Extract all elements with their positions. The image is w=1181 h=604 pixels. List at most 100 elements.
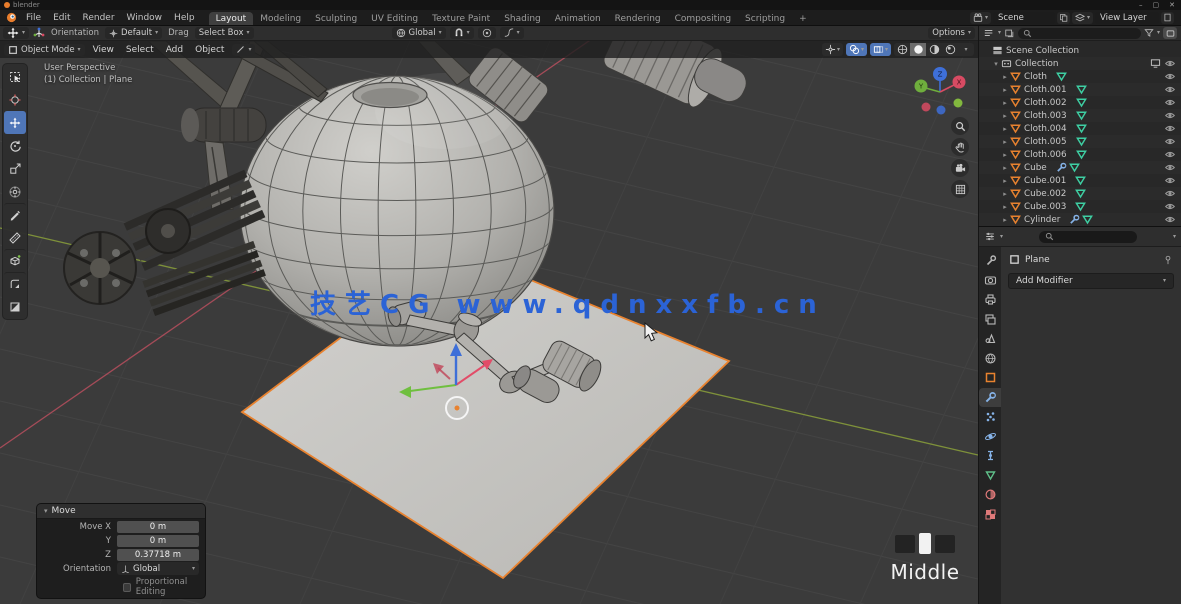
- workspace-tab-texture-paint[interactable]: Texture Paint: [425, 12, 497, 25]
- outliner-row-cloth-006[interactable]: ▸ Cloth.006: [979, 148, 1181, 161]
- filter-icon[interactable]: [1144, 28, 1154, 38]
- properties-tab-particles[interactable]: [979, 407, 1001, 427]
- menu-file[interactable]: File: [20, 13, 47, 23]
- properties-tab-tool[interactable]: [979, 251, 1001, 271]
- expand-icon[interactable]: ▸: [1000, 190, 1010, 198]
- properties-tab-constraints[interactable]: [979, 446, 1001, 466]
- expand-icon[interactable]: ▸: [1000, 177, 1010, 185]
- nav-camera-button[interactable]: [951, 159, 969, 177]
- menu-help[interactable]: Help: [168, 13, 201, 23]
- tool-transform[interactable]: [4, 180, 26, 203]
- outliner-row-cube-003[interactable]: ▸ Cube.003: [979, 200, 1181, 213]
- outliner-row-cloth-002[interactable]: ▸ Cloth.002: [979, 96, 1181, 109]
- workspace-tab-animation[interactable]: Animation: [548, 12, 608, 25]
- collapse-icon[interactable]: ▾: [44, 507, 48, 515]
- close-button[interactable]: ✕: [1169, 1, 1175, 9]
- properties-tab-physics[interactable]: [979, 427, 1001, 447]
- move-orientation-dropdown[interactable]: Global ▾: [117, 562, 199, 575]
- axis-neg-x-ball[interactable]: [922, 103, 931, 112]
- add-view-layer-button[interactable]: [1161, 12, 1174, 24]
- shading-material-button[interactable]: [926, 43, 942, 56]
- visibility-eye-icon[interactable]: [1164, 215, 1176, 224]
- blender-logo-icon[interactable]: [6, 12, 17, 23]
- move-operator-panel[interactable]: ▾ Move Move X 0 m Y 0 m Z 0.37718 m Orie…: [36, 503, 206, 599]
- outliner-row-cloth-004[interactable]: ▸ Cloth.004: [979, 122, 1181, 135]
- properties-tab-modifiers[interactable]: [979, 388, 1001, 408]
- visibility-eye-icon[interactable]: [1164, 150, 1176, 159]
- active-tool-selector[interactable]: ▾: [3, 27, 29, 39]
- visibility-eye-icon[interactable]: [1164, 163, 1176, 172]
- xray-toggle[interactable]: ▾: [870, 43, 891, 56]
- tool-annotate[interactable]: [4, 203, 26, 226]
- tool-select-box[interactable]: [4, 65, 26, 88]
- outliner-row-collection[interactable]: ▾ Collection: [979, 57, 1181, 70]
- add-modifier-button[interactable]: Add Modifier ▾: [1008, 273, 1174, 289]
- navigation-gizmo[interactable]: Z X Y: [908, 63, 972, 117]
- view-layer-field[interactable]: View Layer: [1095, 12, 1159, 24]
- workspace-tab-rendering[interactable]: Rendering: [608, 12, 668, 25]
- visibility-eye-icon[interactable]: [1164, 111, 1176, 120]
- outliner-row-cube-002[interactable]: ▸ Cube.002: [979, 187, 1181, 200]
- viewport-3d[interactable]: Object Mode ▾ ViewSelectAddObject ▾ ▾ ▾ …: [0, 41, 978, 604]
- visibility-eye-icon[interactable]: [1164, 98, 1176, 107]
- properties-tab-output[interactable]: [979, 290, 1001, 310]
- workspace-tab-scripting[interactable]: Scripting: [738, 12, 792, 25]
- nav-zoom-button[interactable]: [951, 117, 969, 135]
- expand-icon[interactable]: ▸: [1000, 86, 1010, 94]
- properties-editor-icon[interactable]: [984, 231, 996, 242]
- properties-tab-world[interactable]: [979, 349, 1001, 369]
- axis-neg-z-ball[interactable]: [937, 106, 946, 115]
- outliner-row-cylinder[interactable]: ▸ Cylinder: [979, 213, 1181, 226]
- tool-rotate[interactable]: [4, 134, 26, 157]
- visibility-eye-icon[interactable]: [1164, 189, 1176, 198]
- visibility-eye-icon[interactable]: [1164, 124, 1176, 133]
- outliner-row-cloth-003[interactable]: ▸ Cloth.003: [979, 109, 1181, 122]
- expand-icon[interactable]: ▸: [1000, 151, 1010, 159]
- expand-icon[interactable]: ▸: [1000, 216, 1010, 224]
- scene-browse-button[interactable]: ▾: [970, 12, 991, 24]
- move-field-y[interactable]: 0 m: [117, 535, 199, 547]
- shading-wireframe-button[interactable]: [894, 43, 910, 56]
- shading-rendered-button[interactable]: [942, 43, 958, 56]
- overlays-toggle[interactable]: ▾: [846, 43, 867, 56]
- workspace-tab-[interactable]: +: [792, 12, 814, 25]
- new-scene-button[interactable]: [1057, 12, 1070, 24]
- viewport-menu-object[interactable]: Object: [189, 45, 230, 55]
- properties-tab-scene[interactable]: [979, 329, 1001, 349]
- visibility-eye-icon[interactable]: [1164, 137, 1176, 146]
- expand-icon[interactable]: ▸: [1000, 203, 1010, 211]
- nav-pan-button[interactable]: [951, 138, 969, 156]
- workspace-tab-modeling[interactable]: Modeling: [253, 12, 308, 25]
- move-panel-header[interactable]: ▾ Move: [37, 504, 205, 519]
- workspace-tab-uv-editing[interactable]: UV Editing: [364, 12, 425, 25]
- outliner-row-cloth-005[interactable]: ▸ Cloth.005: [979, 135, 1181, 148]
- properties-tab-data[interactable]: [979, 466, 1001, 486]
- workspace-tab-layout[interactable]: Layout: [209, 12, 254, 25]
- workspace-tab-compositing[interactable]: Compositing: [668, 12, 738, 25]
- minimize-button[interactable]: –: [1139, 1, 1143, 9]
- gizmos-toggle[interactable]: ▾: [822, 43, 843, 56]
- viewport-menu-add[interactable]: Add: [160, 45, 189, 55]
- pin-icon[interactable]: [1163, 255, 1173, 265]
- collapse-icon[interactable]: ▾: [991, 60, 1001, 68]
- visibility-eye-icon[interactable]: [1164, 85, 1176, 94]
- outliner-row-cube[interactable]: ▸ Cube: [979, 161, 1181, 174]
- outliner-library-icon[interactable]: [1004, 28, 1015, 38]
- options-dropdown[interactable]: Options ▾: [928, 27, 975, 39]
- move-field-z[interactable]: 0.37718 m: [117, 549, 199, 561]
- outliner-row-cloth-001[interactable]: ▸ Cloth.001: [979, 83, 1181, 96]
- tool-tool-extra-2[interactable]: [4, 295, 26, 318]
- outliner-row-cloth[interactable]: ▸ Cloth: [979, 70, 1181, 83]
- properties-editor-caret[interactable]: ▾: [1000, 234, 1003, 240]
- view-layer-browse-button[interactable]: ▾: [1072, 12, 1093, 24]
- new-collection-button[interactable]: [1163, 27, 1177, 39]
- properties-tab-render[interactable]: [979, 271, 1001, 291]
- outliner-row-scene-collection[interactable]: Scene Collection: [979, 44, 1181, 57]
- scene-name-field[interactable]: Scene: [993, 12, 1055, 24]
- expand-icon[interactable]: ▸: [1000, 73, 1010, 81]
- viewport-menu-select[interactable]: Select: [120, 45, 160, 55]
- visibility-eye-icon[interactable]: [1164, 202, 1176, 211]
- viewport-menu-view[interactable]: View: [87, 45, 120, 55]
- drag-dropdown[interactable]: Select Box ▾: [195, 27, 254, 39]
- proportional-editing-checkbox[interactable]: [123, 583, 131, 592]
